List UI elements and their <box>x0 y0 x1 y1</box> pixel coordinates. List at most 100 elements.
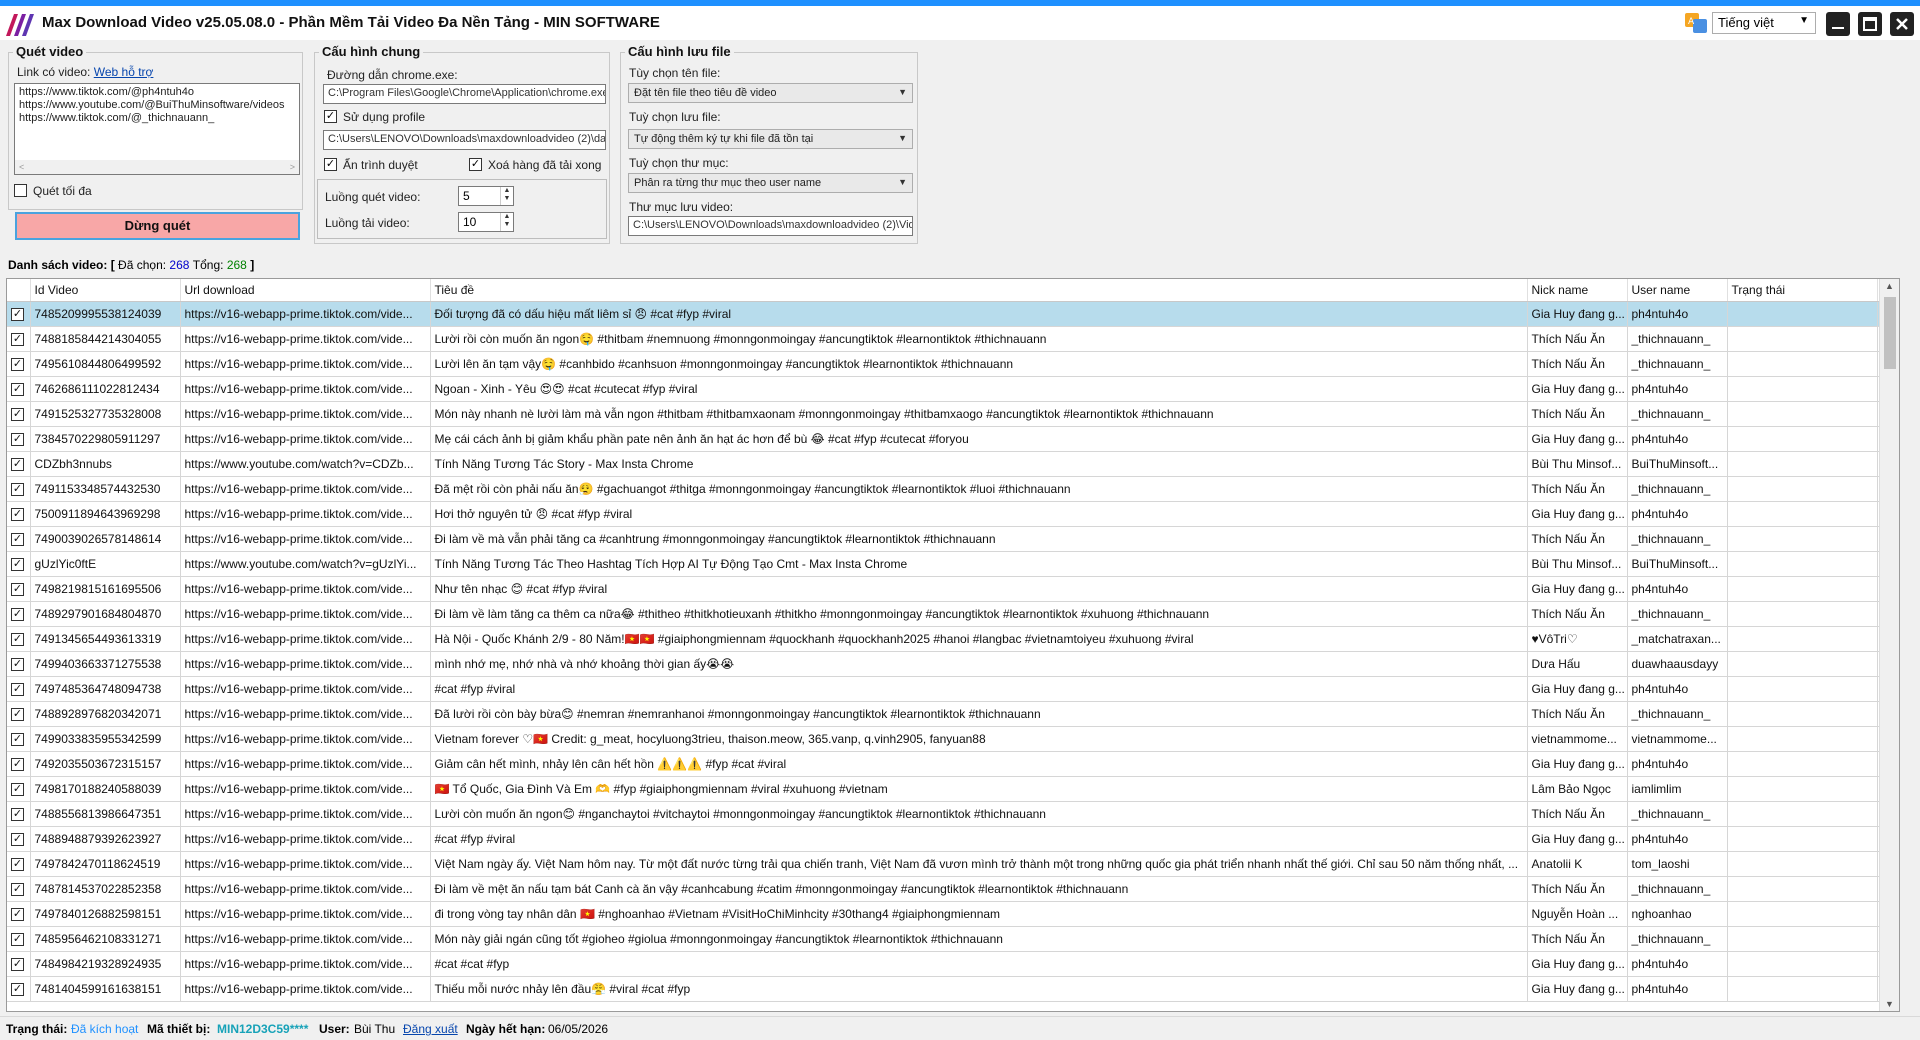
row-select-cell[interactable]: ✓ <box>7 476 31 502</box>
col-status-header[interactable]: Trạng thái <box>1727 279 1878 302</box>
scroll-thumb[interactable] <box>1884 297 1896 369</box>
row-checkbox[interactable]: ✓ <box>11 407 24 421</box>
max-scan-checkbox[interactable] <box>14 184 27 197</box>
scan-threads-stepper[interactable]: 5 ▲ ▼ <box>458 186 514 206</box>
row-select-cell[interactable]: ✓ <box>7 426 31 452</box>
row-checkbox[interactable]: ✓ <box>11 332 24 346</box>
table-row[interactable]: ✓ 7492035503672315157 https://v16-webapp-p… <box>7 751 1899 777</box>
table-row[interactable]: ✓ 7498170188240588039 https://v16-webapp-p… <box>7 776 1899 802</box>
table-row[interactable]: ✓ 7384570229805911297 https://v16-webapp-p… <box>7 426 1899 452</box>
video-table[interactable]: Id Video Url download Tiêu đề Nick name … <box>6 278 1900 1012</box>
table-row[interactable]: ✓ 7488185844214304055 https://v16-webapp-p… <box>7 326 1899 352</box>
minimize-button[interactable] <box>1826 12 1850 36</box>
row-checkbox[interactable]: ✓ <box>11 657 24 671</box>
filename-option-select[interactable]: Đặt tên file theo tiêu đề video ▼ <box>628 83 913 103</box>
row-select-cell[interactable]: ✓ <box>7 826 31 852</box>
row-select-cell[interactable]: ✓ <box>7 851 31 877</box>
table-row[interactable]: ✓ 7497840126882598151 https://v16-webapp-p… <box>7 901 1899 927</box>
row-checkbox[interactable]: ✓ <box>11 307 24 321</box>
col-user-header[interactable]: User name <box>1627 279 1728 302</box>
row-select-cell[interactable]: ✓ <box>7 876 31 902</box>
row-select-cell[interactable]: ✓ <box>7 751 31 777</box>
table-row[interactable]: ✓ 7487814537022852358 https://v16-webapp-p… <box>7 876 1899 902</box>
scroll-down-icon[interactable]: ▼ <box>1885 999 1894 1009</box>
download-threads-stepper[interactable]: 10 ▲ ▼ <box>458 212 514 232</box>
table-row[interactable]: ✓ 7500911894643969298 https://v16-webapp-p… <box>7 501 1899 527</box>
table-row[interactable]: ✓ 7499033835955342599 https://v16-webapp-p… <box>7 726 1899 752</box>
stepper-arrows-icon[interactable]: ▲ ▼ <box>500 187 513 205</box>
table-row[interactable]: ✓ 7498219815161695506 https://v16-webapp-p… <box>7 576 1899 602</box>
table-row[interactable]: ✓ 7497485364748094738 https://v16-webapp-p… <box>7 676 1899 702</box>
row-checkbox[interactable]: ✓ <box>11 882 24 896</box>
col-url-header[interactable]: Url download <box>180 279 431 302</box>
col-id-header[interactable]: Id Video <box>30 279 181 302</box>
row-checkbox[interactable]: ✓ <box>11 357 24 371</box>
table-row[interactable]: ✓ 7499403663371275538 https://v16-webapp-p… <box>7 651 1899 677</box>
col-title-header[interactable]: Tiêu đề <box>430 279 1528 302</box>
row-checkbox[interactable]: ✓ <box>11 457 24 471</box>
save-folder-input[interactable]: C:\Users\LENOVO\Downloads\maxdownloadvid… <box>628 216 913 236</box>
row-checkbox[interactable]: ✓ <box>11 682 24 696</box>
table-row[interactable]: ✓ 7491345654493613319 https://v16-webapp-p… <box>7 626 1899 652</box>
table-row[interactable]: ✓ 7489297901684804870 https://v16-webapp-p… <box>7 601 1899 627</box>
folder-option-select[interactable]: Phân ra từng thư mục theo user name ▼ <box>628 173 913 193</box>
row-select-cell[interactable]: ✓ <box>7 526 31 552</box>
row-select-cell[interactable]: ✓ <box>7 551 31 577</box>
hide-browser-checkbox[interactable]: ✓ <box>324 158 337 171</box>
row-checkbox[interactable]: ✓ <box>11 582 24 596</box>
row-checkbox[interactable]: ✓ <box>11 832 24 846</box>
table-row[interactable]: ✓ gUzlYic0ftE https://www.youtube.com/watc… <box>7 551 1899 577</box>
chrome-path-input[interactable]: C:\Program Files\Google\Chrome\Applicati… <box>323 84 606 104</box>
table-row[interactable]: ✓ 7481404599161638151 https://v16-webapp-p… <box>7 976 1899 1002</box>
row-checkbox[interactable]: ✓ <box>11 632 24 646</box>
row-checkbox[interactable]: ✓ <box>11 957 24 971</box>
table-row[interactable]: ✓ 7485956462108331271 https://v16-webapp-p… <box>7 926 1899 952</box>
row-checkbox[interactable]: ✓ <box>11 532 24 546</box>
table-row[interactable]: ✓ 7488556813986647351 https://v16-webapp-p… <box>7 801 1899 827</box>
row-checkbox[interactable]: ✓ <box>11 857 24 871</box>
row-select-cell[interactable]: ✓ <box>7 926 31 952</box>
row-select-cell[interactable]: ✓ <box>7 901 31 927</box>
row-select-cell[interactable]: ✓ <box>7 601 31 627</box>
col-select-header[interactable] <box>7 279 31 302</box>
row-checkbox[interactable]: ✓ <box>11 507 24 521</box>
row-select-cell[interactable]: ✓ <box>7 326 31 352</box>
row-checkbox[interactable]: ✓ <box>11 732 24 746</box>
row-select-cell[interactable]: ✓ <box>7 676 31 702</box>
table-row[interactable]: ✓ 7462686111022812434 https://v16-webapp-p… <box>7 376 1899 402</box>
row-checkbox[interactable]: ✓ <box>11 557 24 571</box>
table-row[interactable]: ✓ 7488928976820342071 https://v16-webapp-p… <box>7 701 1899 727</box>
horizontal-scrollbar[interactable]: < > <box>15 160 299 174</box>
table-row[interactable]: ✓ CDZbh3nnubs https://www.youtube.com/watc… <box>7 451 1899 477</box>
row-select-cell[interactable]: ✓ <box>7 801 31 827</box>
row-select-cell[interactable]: ✓ <box>7 576 31 602</box>
table-row[interactable]: ✓ 7495610844806499592 https://v16-webapp-p… <box>7 351 1899 377</box>
row-select-cell[interactable]: ✓ <box>7 301 31 327</box>
row-select-cell[interactable]: ✓ <box>7 401 31 427</box>
close-button[interactable] <box>1890 12 1914 36</box>
row-select-cell[interactable]: ✓ <box>7 376 31 402</box>
delete-done-rows-checkbox[interactable]: ✓ <box>469 158 482 171</box>
row-select-cell[interactable]: ✓ <box>7 726 31 752</box>
col-nick-header[interactable]: Nick name <box>1527 279 1628 302</box>
row-select-cell[interactable]: ✓ <box>7 951 31 977</box>
table-row[interactable]: ✓ 7491153348574432530 https://v16-webapp-p… <box>7 476 1899 502</box>
row-checkbox[interactable]: ✓ <box>11 932 24 946</box>
row-checkbox[interactable]: ✓ <box>11 707 24 721</box>
table-row[interactable]: ✓ 7485209995538124039 https://v16-webapp-p… <box>7 301 1899 327</box>
table-row[interactable]: ✓ 7497842470118624519 https://v16-webapp-p… <box>7 851 1899 877</box>
row-select-cell[interactable]: ✓ <box>7 351 31 377</box>
maximize-button[interactable] <box>1858 12 1882 36</box>
row-select-cell[interactable]: ✓ <box>7 626 31 652</box>
table-row[interactable]: ✓ 7491525327735328008 https://v16-webapp-p… <box>7 401 1899 427</box>
row-checkbox[interactable]: ✓ <box>11 982 24 996</box>
row-select-cell[interactable]: ✓ <box>7 651 31 677</box>
row-select-cell[interactable]: ✓ <box>7 776 31 802</box>
row-checkbox[interactable]: ✓ <box>11 482 24 496</box>
row-checkbox[interactable]: ✓ <box>11 907 24 921</box>
language-select[interactable]: Tiếng việt ▼ <box>1712 12 1816 34</box>
profile-path-input[interactable]: C:\Users\LENOVO\Downloads\maxdownloadvid… <box>323 130 606 150</box>
stepper-arrows-icon[interactable]: ▲ ▼ <box>500 213 513 231</box>
row-checkbox[interactable]: ✓ <box>11 782 24 796</box>
row-select-cell[interactable]: ✓ <box>7 501 31 527</box>
